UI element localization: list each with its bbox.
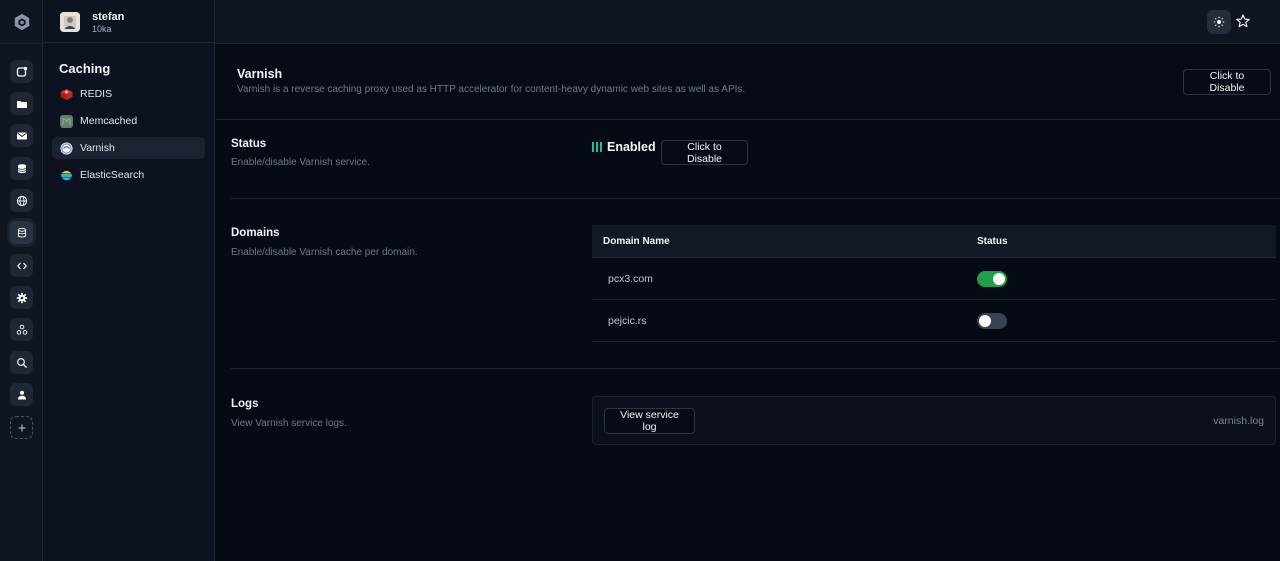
domain-cache-toggle[interactable] [977,270,1007,287]
top-bar [215,0,1280,44]
domain-cache-toggle[interactable] [977,312,1007,329]
new-window-icon[interactable] [10,60,33,83]
mail-icon[interactable] [10,124,33,147]
page-title: Varnish [237,67,283,81]
redis-icon [60,88,73,100]
rail-divider [0,43,43,44]
sun-icon[interactable] [1207,10,1231,34]
table-row: pejcic.rs [592,300,1276,342]
sidebar-item-label: Memcached [80,115,138,127]
sidebar-item-varnish[interactable]: Varnish [52,137,205,159]
globe-icon[interactable] [10,189,33,212]
network-icon[interactable] [10,318,33,341]
icon-rail [0,0,43,561]
domains-table: Domain Name Status pcx3.com pejcic.rs [592,225,1276,342]
user-name: stefan [92,11,125,23]
varnish-icon [60,142,73,154]
database-icon[interactable] [10,157,33,180]
status-text: Enabled [607,140,656,154]
caching-sidebar: stefan 10ka Caching REDIS Memcached Varn… [43,0,215,561]
domains-title: Domains [231,227,280,239]
section-divider [231,198,1280,199]
sidebar-item-label: Varnish [80,142,115,154]
logs-title: Logs [231,398,259,410]
header-disable-button[interactable]: Click to Disable [1183,69,1271,95]
star-icon[interactable] [1235,12,1251,30]
sidebar-heading: Caching [59,61,111,76]
main-content: Varnish Varnish is a reverse caching pro… [216,44,1280,561]
logs-description: View Varnish service logs. [231,418,347,429]
sidebar-item-label: REDIS [80,88,113,100]
sidebar-item-memcached[interactable]: Memcached [52,110,205,132]
sidebar-item-redis[interactable]: REDIS [52,83,205,105]
code-icon[interactable] [10,254,33,277]
table-header: Domain Name Status [592,225,1276,258]
memcached-icon [60,114,73,128]
search-icon[interactable] [10,351,33,374]
gear-icon[interactable] [10,286,33,309]
folder-icon[interactable] [10,92,33,115]
status-disable-button[interactable]: Click to Disable [661,140,748,165]
domains-description: Enable/disable Varnish cache per domain. [231,247,418,258]
column-domain-name: Domain Name [603,235,670,247]
app-logo-icon[interactable] [12,12,32,32]
column-status: Status [977,235,1008,247]
page-header: Varnish Varnish is a reverse caching pro… [216,44,1280,120]
status-indicator: Enabled [592,140,656,154]
section-divider [231,368,1280,369]
status-title: Status [231,138,267,150]
user-org: 10ka [92,24,112,34]
page-description: Varnish is a reverse caching proxy used … [237,84,746,95]
sidebar-item-elasticsearch[interactable]: ElasticSearch [52,164,205,186]
sidebar-item-label: ElasticSearch [80,169,145,181]
table-row: pcx3.com [592,258,1276,300]
status-description: Enable/disable Varnish service. [231,157,370,168]
add-icon[interactable] [10,416,33,439]
status-bars-icon [592,142,602,152]
elasticsearch-icon [61,170,72,180]
log-panel: View service log varnish.log [592,396,1276,445]
user-icon[interactable] [10,383,33,406]
domain-name: pcx3.com [608,272,653,285]
storage-icon[interactable] [10,221,33,244]
user-switcher[interactable]: stefan 10ka [43,0,214,43]
domain-name: pejcic.rs [608,314,647,327]
log-file-name: varnish.log [1213,415,1264,427]
view-service-log-button[interactable]: View service log [604,408,695,434]
avatar [60,12,80,32]
